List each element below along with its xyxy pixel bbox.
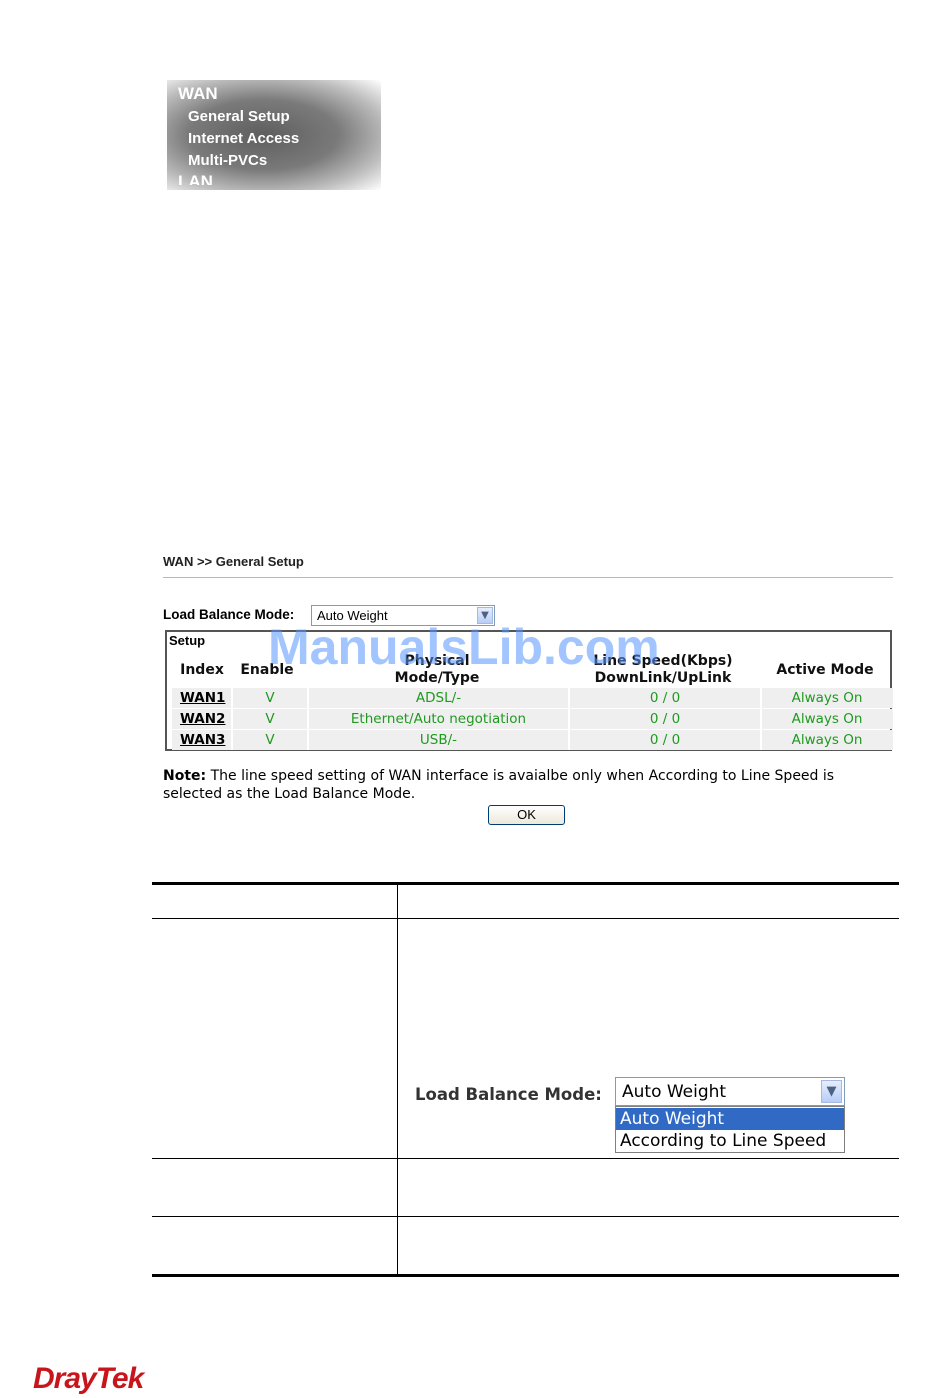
active-mode-cell: Always On: [791, 690, 863, 706]
header-active-mode: Active Mode: [776, 662, 874, 678]
dropdown-label: Load Balance Mode:: [415, 1085, 602, 1104]
table-top-rule: [152, 882, 899, 885]
enable-cell: V: [265, 732, 275, 748]
header-index: Index: [180, 662, 224, 678]
speed-cell: 0 / 0: [649, 732, 681, 748]
menu-item-general-setup[interactable]: General Setup: [188, 108, 290, 125]
menu-item-internet-access[interactable]: Internet Access: [188, 130, 299, 147]
logo-part-tek: Tek: [95, 1362, 145, 1395]
dropdown-value: Auto Weight: [622, 1082, 727, 1102]
note-body: The line speed setting of WAN interface …: [163, 768, 835, 802]
menu-title-lan[interactable]: LAN: [178, 172, 213, 185]
speed-cell: 0 / 0: [649, 690, 681, 706]
ok-button[interactable]: OK: [488, 805, 565, 825]
option-according-to-line-speed[interactable]: According to Line Speed: [616, 1130, 844, 1152]
menu-title-wan[interactable]: WAN: [178, 84, 218, 104]
table-header-rule: [152, 918, 899, 919]
setup-title: Setup: [169, 633, 206, 648]
table-row-rule: [152, 1216, 899, 1217]
mode-cell: USB/-: [419, 732, 458, 748]
active-mode-cell: Always On: [791, 732, 863, 748]
menu-item-multi-pvcs[interactable]: Multi-PVCs: [188, 152, 267, 169]
mode-cell: Ethernet/Auto negotiation: [350, 711, 527, 727]
wan1-link[interactable]: WAN1: [180, 688, 230, 708]
note-text: Note: The line speed setting of WAN inte…: [163, 767, 883, 803]
option-auto-weight[interactable]: Auto Weight: [616, 1108, 844, 1130]
enable-cell: V: [265, 711, 275, 727]
wan3-link[interactable]: WAN3: [180, 730, 230, 750]
draytek-logo: DrayTek: [33, 1362, 145, 1396]
wan-menu-snippet: WAN General Setup Internet Access Multi-…: [167, 80, 381, 190]
breadcrumb-divider: [163, 577, 893, 578]
mode-cell: ADSL/-: [415, 690, 462, 706]
active-mode-cell: Always On: [791, 711, 863, 727]
table-row: WAN3 V USB/- 0 / 0 Always On: [172, 730, 893, 750]
note-label: Note:: [163, 768, 207, 784]
load-balance-mode-dropdown[interactable]: Auto Weight ▼: [615, 1077, 845, 1106]
breadcrumb: WAN >> General Setup: [163, 554, 304, 569]
table-row-rule: [152, 1158, 899, 1159]
table-row: WAN2 V Ethernet/Auto negotiation 0 / 0 A…: [172, 709, 893, 729]
logo-part-dray: Dray: [33, 1362, 97, 1395]
wan2-link[interactable]: WAN2: [180, 709, 230, 729]
enable-cell: V: [265, 690, 275, 706]
watermark: ManualsLib.com: [268, 619, 660, 675]
table-row: WAN1 V ADSL/- 0 / 0 Always On: [172, 688, 893, 708]
dropdown-options-list: Auto Weight According to Line Speed: [615, 1106, 845, 1153]
chevron-down-icon[interactable]: ▼: [821, 1080, 842, 1103]
table-bottom-rule: [152, 1274, 899, 1277]
speed-cell: 0 / 0: [649, 711, 681, 727]
table-column-divider: [397, 884, 398, 1276]
